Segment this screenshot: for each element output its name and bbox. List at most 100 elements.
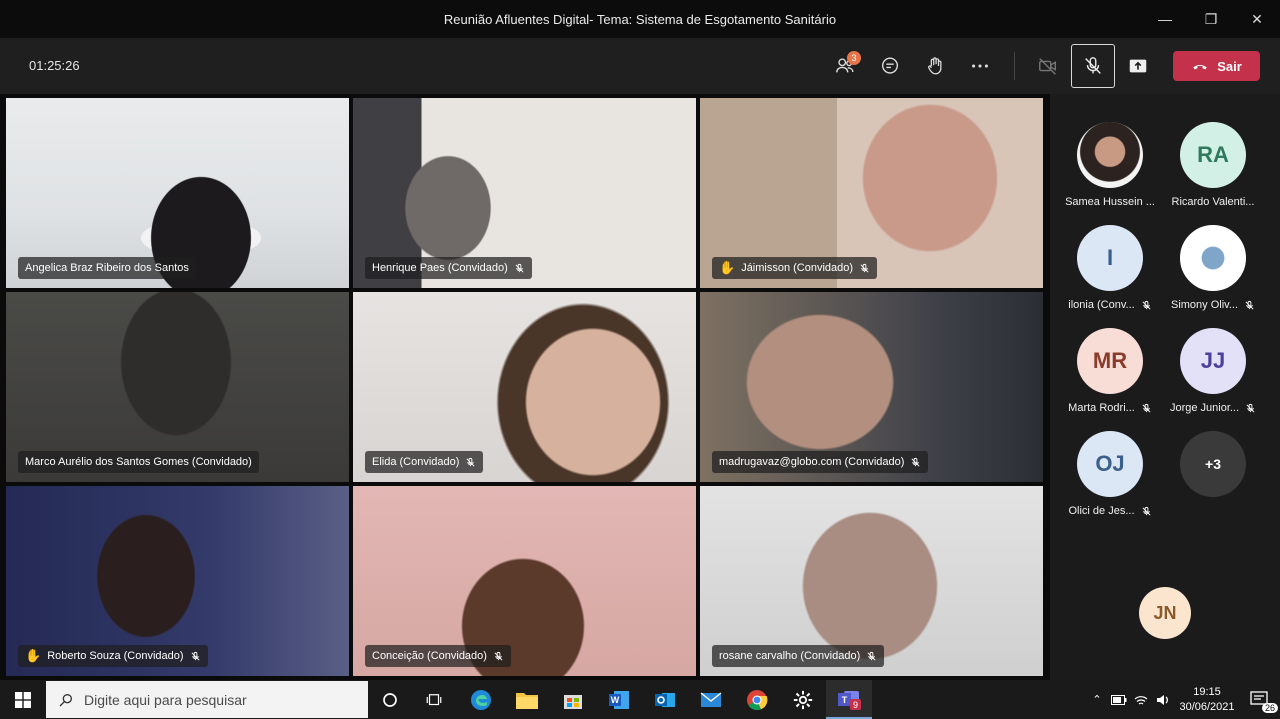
start-button[interactable]	[0, 680, 46, 719]
microphone-off-icon	[1142, 506, 1151, 515]
wifi-status[interactable]	[1130, 680, 1152, 719]
microphone-off-icon	[911, 457, 920, 466]
more-participants-button[interactable]: +3	[1158, 431, 1268, 531]
clock-date: 30/06/2021	[1179, 700, 1235, 713]
roster-name: Simony Oliv...	[1158, 299, 1268, 311]
word-app[interactable]: W	[596, 680, 642, 719]
video-stage: Angelica Braz Ribeiro dos Santos Henriqu…	[0, 94, 1050, 680]
svg-text:W: W	[611, 695, 620, 705]
leave-button[interactable]: Sair	[1173, 51, 1260, 81]
edge-icon	[471, 689, 491, 710]
show-hidden-icons[interactable]: ⌃	[1086, 680, 1108, 719]
clock-time: 19:15	[1193, 685, 1221, 698]
taskbar-clock[interactable]: 19:15 30/06/2021	[1174, 685, 1240, 715]
volume-control[interactable]	[1152, 680, 1174, 719]
hand-icon	[928, 57, 942, 75]
video-tile[interactable]: Elida (Convidado)	[353, 292, 696, 482]
avatar: I	[1077, 225, 1143, 291]
participant-name-tag: ✋ Jáimisson (Convidado)	[712, 257, 878, 279]
cortana-icon	[383, 692, 397, 707]
participants-button[interactable]: 3	[827, 50, 863, 82]
video-tile[interactable]: Conceição (Convidado)	[353, 486, 696, 676]
participant-name-tag: ✋ Roberto Souza (Convidado)	[18, 645, 208, 667]
avatar	[1180, 225, 1246, 291]
file-explorer-app[interactable]	[504, 680, 550, 719]
more-icon	[972, 64, 988, 68]
video-tile[interactable]: madrugavaz@globo.com (Convidado)	[700, 292, 1043, 482]
outlook-app[interactable]	[642, 680, 688, 719]
store-icon	[564, 694, 582, 709]
raised-hand-icon: ✋	[25, 648, 42, 663]
teams-icon: T9	[838, 690, 861, 710]
avatar: JJ	[1180, 328, 1246, 394]
microphone-off-icon	[515, 263, 524, 272]
participant-name-tag: Henrique Paes (Convidado)	[365, 257, 532, 279]
roster-name: Samea Hussein ...	[1065, 196, 1155, 208]
roster-participant[interactable]: Simony Oliv...	[1158, 225, 1268, 325]
microphone-off-icon	[860, 263, 869, 272]
maximize-button[interactable]: ❐	[1188, 0, 1234, 38]
microphone-button[interactable]	[1071, 44, 1115, 88]
microphone-off-icon	[1142, 403, 1151, 412]
edge-app[interactable]	[458, 680, 504, 719]
toolbar-divider	[1014, 52, 1015, 80]
microphone-off-icon	[1246, 403, 1255, 412]
self-preview[interactable]: JN	[1110, 587, 1220, 687]
svg-text:T: T	[842, 695, 848, 705]
cortana-button[interactable]	[368, 680, 412, 719]
microphone-off-icon	[867, 651, 876, 660]
more-actions-button[interactable]	[962, 50, 998, 82]
settings-app[interactable]	[780, 680, 826, 719]
close-button[interactable]: ✕	[1234, 0, 1280, 38]
battery-status[interactable]	[1108, 680, 1130, 719]
roster-name: Jorge Junior...	[1158, 402, 1268, 414]
video-tile[interactable]: ✋ Jáimisson (Convidado)	[700, 98, 1043, 288]
participant-name-tag: Conceição (Convidado)	[365, 645, 511, 667]
hang-up-icon	[1193, 64, 1207, 70]
roster-participant[interactable]: OJ Olici de Jes...	[1055, 431, 1165, 531]
video-tile[interactable]: rosane carvalho (Convidado)	[700, 486, 1043, 676]
chrome-app[interactable]	[734, 680, 780, 719]
roster-participant[interactable]: Samea Hussein ...	[1055, 122, 1165, 222]
microphone-off-icon	[1245, 300, 1254, 309]
teams-app[interactable]: T9	[826, 680, 872, 719]
microphone-off-icon	[1142, 300, 1151, 309]
avatar	[1077, 122, 1143, 188]
roster-participant[interactable]: JJ Jorge Junior...	[1158, 328, 1268, 428]
roster-participant[interactable]: MR Marta Rodri...	[1055, 328, 1165, 428]
search-input[interactable]: Digite aqui para pesquisar	[46, 681, 368, 718]
notification-count: 26	[1261, 703, 1278, 713]
minimize-button[interactable]: —	[1142, 0, 1188, 38]
raise-hand-button[interactable]	[917, 50, 953, 82]
microphone-off-icon	[191, 651, 200, 660]
video-tile[interactable]: Angelica Braz Ribeiro dos Santos	[6, 98, 349, 288]
participant-name-tag: madrugavaz@globo.com (Convidado)	[712, 451, 929, 473]
folder-icon	[516, 692, 538, 709]
task-view-button[interactable]	[412, 680, 456, 719]
camera-off-icon	[1039, 58, 1057, 75]
roster-participant[interactable]: I ilonia (Conv...	[1055, 225, 1165, 325]
microphone-off-icon	[494, 651, 503, 660]
participants-badge: 3	[847, 51, 861, 65]
roster-name: Ricardo Valenti...	[1171, 196, 1255, 208]
video-tile-active-speaker[interactable]: Marco Aurélio dos Santos Gomes (Convidad…	[6, 292, 349, 482]
chat-button[interactable]	[872, 50, 908, 82]
mail-app[interactable]	[688, 680, 734, 719]
roster-participant[interactable]: RA Ricardo Valenti...	[1158, 122, 1268, 222]
participant-name-tag: rosane carvalho (Convidado)	[712, 645, 885, 667]
participant-name-tag: Marco Aurélio dos Santos Gomes (Convidad…	[18, 451, 259, 473]
camera-button[interactable]	[1030, 50, 1066, 82]
window-title: Reunião Afluentes Digital- Tema: Sistema…	[443, 11, 837, 27]
action-center-button[interactable]: 26	[1240, 680, 1280, 719]
share-button[interactable]	[1120, 50, 1156, 82]
leave-label: Sair	[1217, 58, 1242, 74]
video-tile[interactable]: ✋ Roberto Souza (Convidado)	[6, 486, 349, 676]
video-tile[interactable]: Henrique Paes (Convidado)	[353, 98, 696, 288]
outlook-icon	[655, 692, 675, 707]
store-app[interactable]	[550, 680, 596, 719]
share-tray-icon	[1129, 59, 1147, 73]
system-tray: ⌃ 19:15 30/06/2021 26	[1086, 680, 1280, 719]
wifi-icon	[1134, 695, 1148, 705]
chat-icon	[881, 57, 899, 74]
participant-name-tag: Elida (Convidado)	[365, 451, 484, 473]
